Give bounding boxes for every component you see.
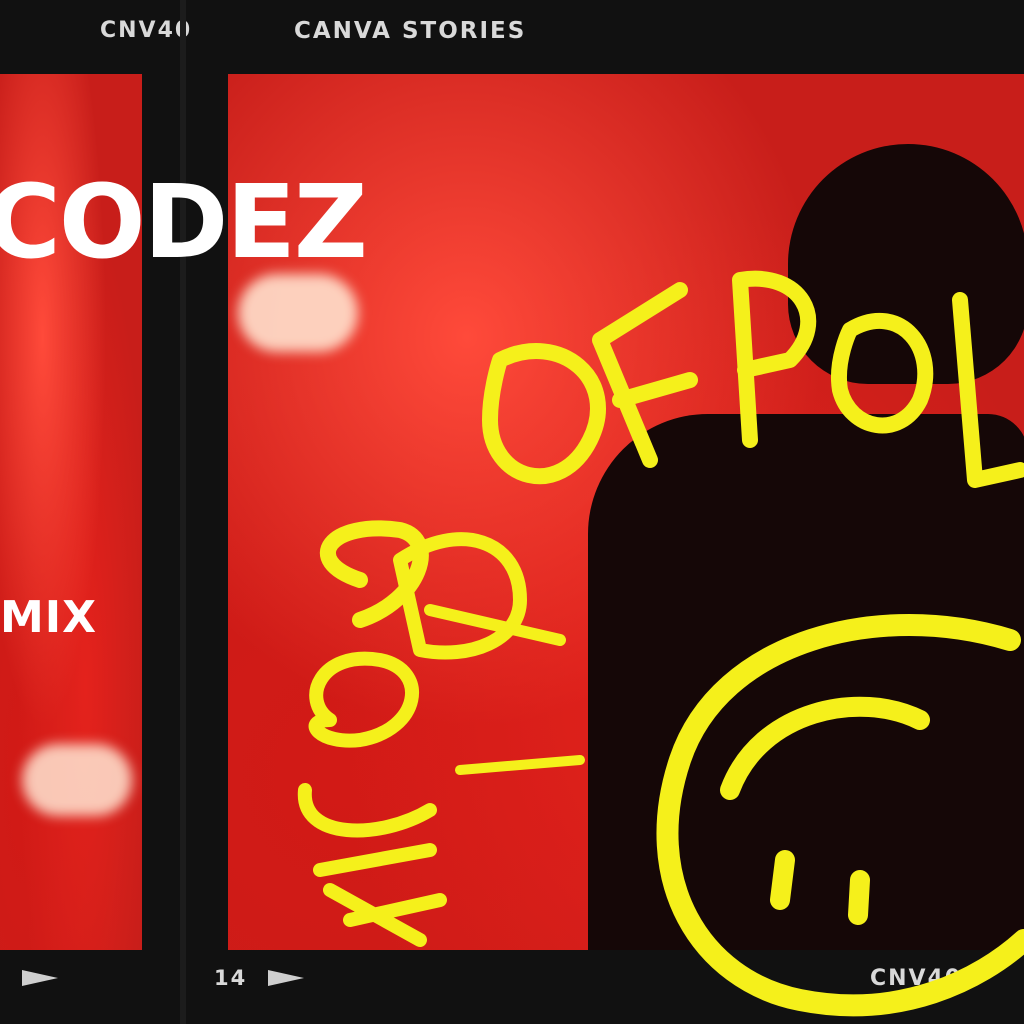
smiley-face-icon [770,850,795,910]
graffiti-overlay [297,270,1024,1017]
smiley-face-icon [656,614,1024,1017]
graffiti-letter [482,343,606,485]
graffiti-stroke [455,755,585,775]
graffiti-letter [592,282,698,468]
graffiti-letter [732,270,817,448]
graffiti-letter [308,651,419,748]
smiley-face-icon [720,696,930,800]
graffiti-letter [952,292,1024,488]
graffiti-letter [831,312,934,434]
film-strip: CNV40 CANVA STORIES CODEZ MIX 14 CNV40 [0,0,1024,1024]
graffiti-letter [393,532,527,660]
smiley-face-icon [848,870,870,925]
graffiti-letter [297,783,437,838]
graffiti-letter [313,843,447,947]
